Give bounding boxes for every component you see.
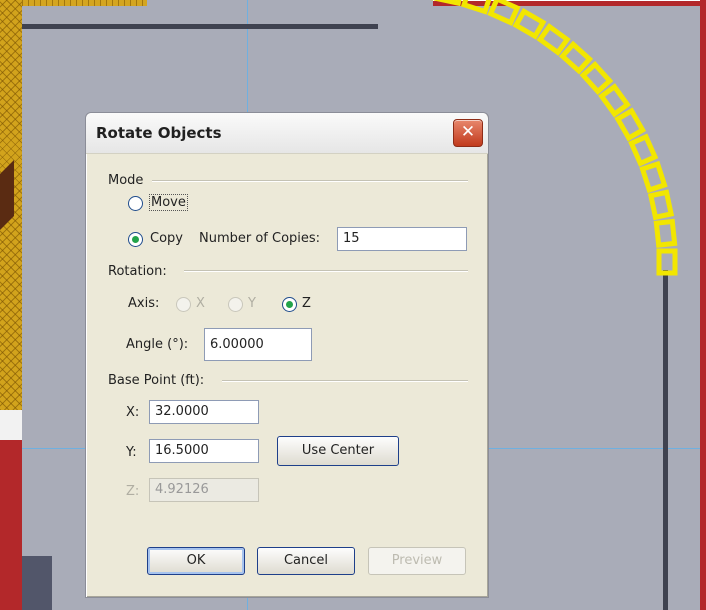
angle-input[interactable]: 6.00000: [204, 328, 312, 361]
cancel-button[interactable]: Cancel: [257, 547, 355, 575]
preview-button[interactable]: Preview: [368, 547, 466, 575]
close-button[interactable]: ✕: [453, 119, 483, 147]
rotation-separator: [184, 270, 468, 272]
axis-y-radio[interactable]: [228, 297, 243, 312]
use-center-button[interactable]: Use Center: [277, 436, 399, 466]
rotated-copy: [639, 160, 668, 194]
axis-label: Axis:: [128, 296, 160, 311]
y-label: Y:: [126, 445, 137, 460]
rotated-copy: [647, 189, 675, 221]
rotated-copy: [460, 0, 494, 15]
rotated-copy: [656, 248, 678, 276]
rotated-copy: [579, 60, 614, 96]
axis-x-label: X: [196, 296, 205, 311]
move-label[interactable]: Move: [149, 194, 188, 211]
rotate-objects-dialog: Rotate Objects ✕ Mode Move Copy Number o…: [85, 112, 489, 598]
y-input[interactable]: 16.5000: [149, 439, 259, 463]
axis-x-radio[interactable]: [176, 297, 191, 312]
copies-input[interactable]: 15: [337, 227, 467, 251]
z-input[interactable]: 4.92126: [149, 478, 259, 502]
axis-y-label: Y: [248, 296, 256, 311]
mode-section-label: Mode: [108, 173, 144, 188]
rotated-copy: [512, 7, 547, 40]
z-label: Z:: [126, 484, 140, 499]
rotated-copy: [653, 218, 678, 248]
copy-radio[interactable]: [128, 232, 143, 247]
title-bar[interactable]: Rotate Objects ✕: [86, 113, 488, 154]
dialog-title: Rotate Objects: [96, 124, 222, 142]
copy-label[interactable]: Copy: [150, 231, 183, 246]
base-point-separator: [222, 380, 468, 382]
rotated-copy: [614, 107, 647, 142]
axis-z-label: Z: [302, 296, 311, 311]
mode-separator: [152, 180, 468, 182]
rotated-copy: [598, 83, 631, 118]
rotated-copy: [487, 0, 521, 26]
rotated-copy: [433, 0, 465, 7]
angle-label: Angle (°):: [126, 337, 189, 352]
copies-label: Number of Copies:: [199, 231, 321, 246]
x-input[interactable]: 32.0000: [149, 400, 259, 424]
move-radio[interactable]: [128, 196, 143, 211]
rotation-section-label: Rotation:: [108, 264, 167, 279]
rotated-copy: [628, 133, 659, 167]
close-icon: ✕: [460, 122, 476, 142]
x-label: X:: [126, 405, 140, 420]
base-point-section-label: Base Point (ft):: [108, 373, 205, 388]
axis-z-radio[interactable]: [282, 297, 297, 312]
rotated-copy: [536, 23, 571, 56]
rotated-copy: [558, 40, 594, 75]
ok-button[interactable]: OK: [147, 547, 245, 575]
